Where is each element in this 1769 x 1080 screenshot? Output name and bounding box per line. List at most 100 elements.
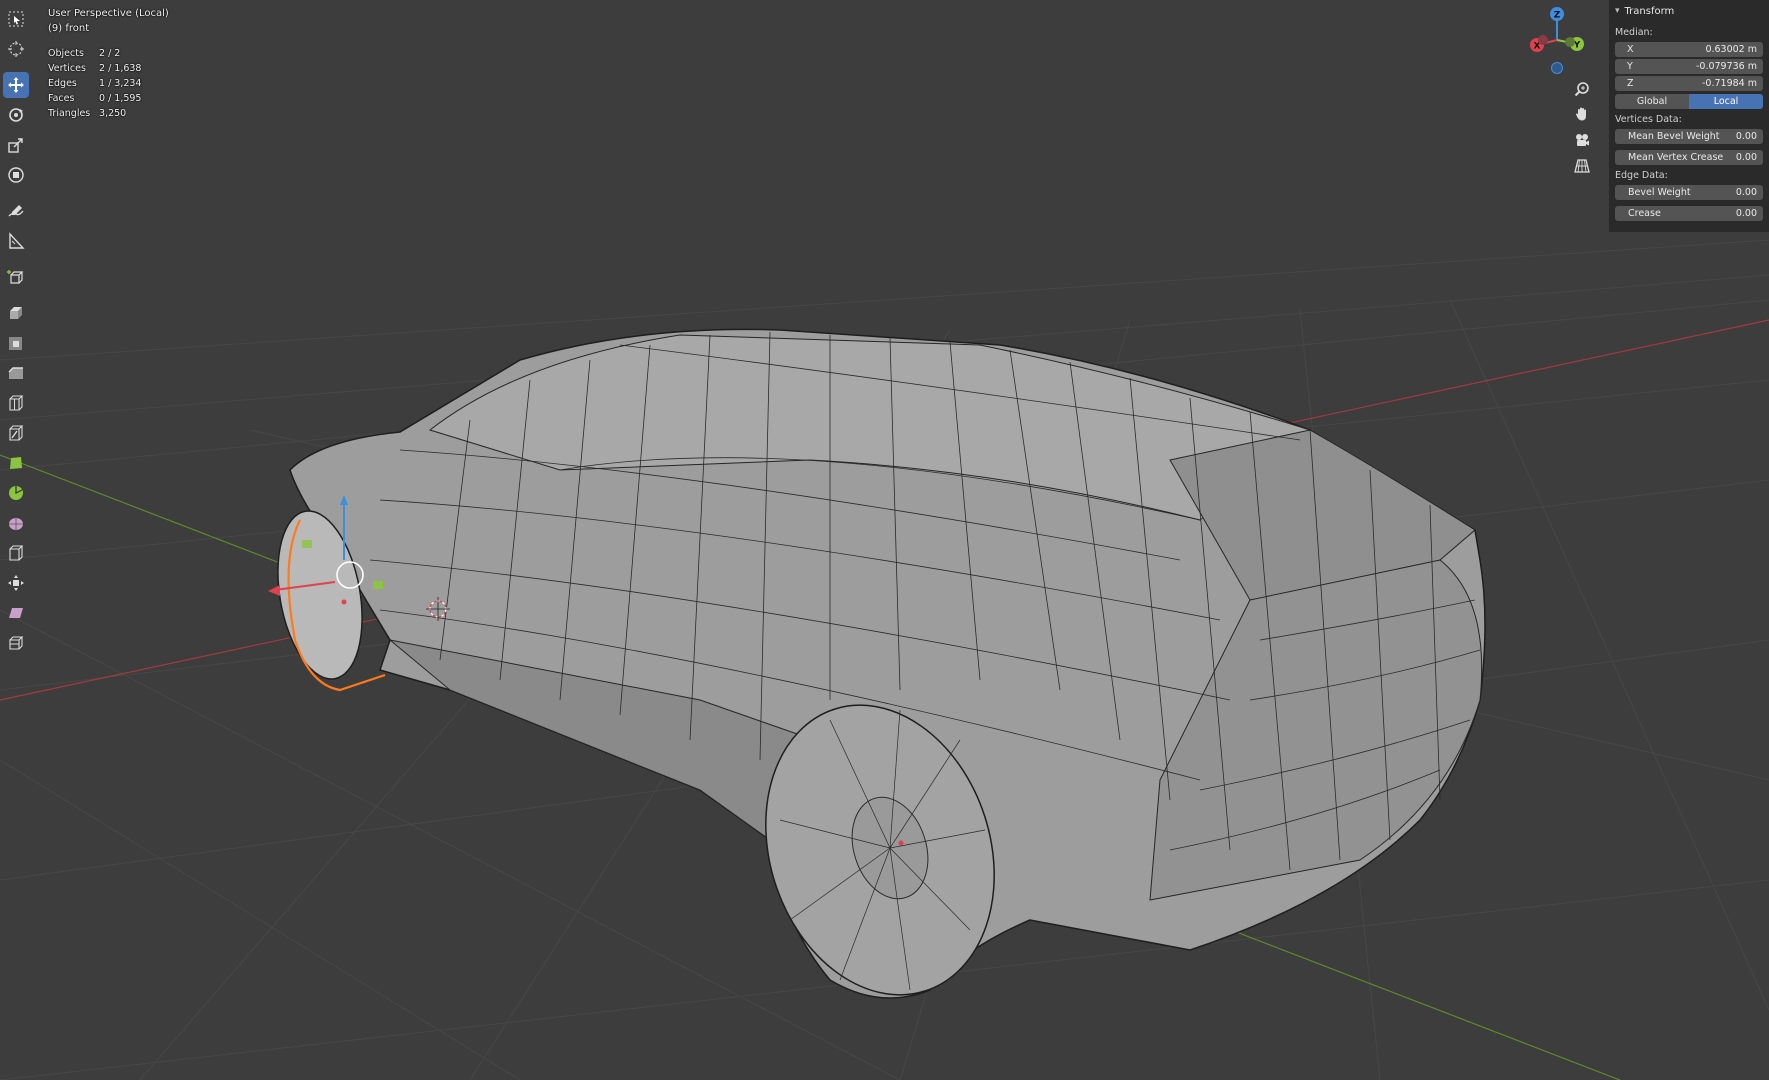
transform-panel: ▾ Transform Median: X 0.63002 m Y -0.079… (1609, 0, 1769, 232)
y-label: Y (1627, 61, 1633, 72)
bevel-weight-label: Bevel Weight (1628, 187, 1691, 198)
neg-y-handle[interactable] (1565, 37, 1575, 47)
rip-region-tool[interactable] (3, 630, 29, 656)
inset-tool[interactable] (3, 330, 29, 356)
perspective-toggle-button[interactable] (1570, 154, 1594, 178)
knife-tool[interactable] (3, 420, 29, 446)
loop-cut-icon (9, 395, 24, 411)
stat-label: Vertices (48, 63, 86, 74)
cursor-tool[interactable] (3, 36, 29, 62)
neg-z-handle[interactable] (1551, 62, 1563, 74)
chevron-down-icon: ▾ (1615, 6, 1620, 16)
shrink-fatten-icon (8, 575, 24, 591)
stat-label: Triangles (48, 108, 91, 119)
cursor-icon (8, 41, 24, 57)
navigation-gizmo[interactable]: Z X Y (1525, 0, 1595, 80)
select-box-icon (8, 11, 24, 27)
viewport-canvas[interactable] (0, 0, 1769, 1080)
median-z-field[interactable]: Z -0.71984 m (1615, 76, 1763, 91)
local-button[interactable]: Local (1689, 94, 1763, 109)
loop-cut-tool[interactable] (3, 390, 29, 416)
x-label: X (1627, 44, 1634, 55)
spin-tool[interactable] (3, 480, 29, 506)
smooth-icon (9, 518, 23, 530)
stat-label: Edges (48, 78, 77, 89)
shear-icon (9, 608, 23, 618)
add-cube-icon (7, 270, 24, 284)
edge-data-label: Edge Data: (1615, 170, 1668, 181)
median-y-field[interactable]: Y -0.079736 m (1615, 59, 1763, 74)
bevel-weight-value: 0.00 (1735, 187, 1757, 198)
viewport-info-overlay: User Perspective (Local) (9) front Objec… (48, 6, 169, 121)
move-tool[interactable] (3, 72, 29, 98)
measure-tool[interactable] (3, 228, 29, 254)
stat-value: 3,250 (99, 108, 127, 119)
mean-bevel-weight-value: 0.00 (1735, 131, 1757, 142)
crease-value: 0.00 (1735, 208, 1757, 219)
bevel-weight-field[interactable]: Bevel Weight 0.00 (1615, 185, 1763, 200)
global-button[interactable]: Global (1615, 94, 1689, 109)
median-x-field[interactable]: X 0.63002 m (1615, 42, 1763, 57)
shrink-fatten-tool[interactable] (3, 570, 29, 596)
select-box-tool[interactable] (3, 6, 29, 32)
vertices-data-label: Vertices Data: (1615, 114, 1682, 125)
scale-icon (8, 138, 23, 153)
scene-statistics: Objects 2 / 2 Vertices 2 / 1,638 Edges 1… (48, 46, 169, 121)
rotate-tool[interactable] (3, 102, 29, 128)
stat-value: 1 / 3,234 (99, 78, 142, 89)
knife-icon (9, 425, 24, 441)
crease-field[interactable]: Crease 0.00 (1615, 206, 1763, 221)
z-label: Z (1627, 78, 1634, 89)
rip-region-icon (9, 636, 24, 650)
camera-view-button[interactable] (1570, 128, 1594, 152)
panel-title: Transform (1624, 5, 1675, 17)
y-value: -0.079736 m (1695, 61, 1757, 72)
x-value: 0.63002 m (1705, 44, 1757, 55)
add-cube-tool[interactable] (3, 264, 29, 290)
extrude-icon (10, 307, 22, 319)
stat-value: 0 / 1,595 (99, 93, 142, 104)
bevel-tool[interactable] (3, 360, 29, 386)
mean-bevel-weight-field[interactable]: Mean Bevel Weight 0.00 (1615, 129, 1763, 144)
space-toggle: Global Local (1615, 94, 1763, 109)
edge-slide-icon (9, 545, 24, 561)
scale-tool[interactable] (3, 132, 29, 158)
zoom-button[interactable] (1570, 77, 1594, 101)
extrude-tool[interactable] (3, 300, 29, 326)
stat-value: 2 / 2 (99, 48, 121, 59)
grid-perspective-icon (1574, 159, 1590, 173)
poly-build-tool[interactable] (3, 450, 29, 476)
view-title: User Perspective (Local) (48, 8, 169, 19)
shear-tool[interactable] (3, 600, 29, 626)
inset-icon (9, 337, 22, 350)
move-icon (8, 77, 24, 93)
magnifier-icon (1574, 82, 1589, 97)
z-value: -0.71984 m (1702, 78, 1757, 89)
mean-vertex-crease-value: 0.00 (1735, 152, 1757, 163)
tool-shelf (3, 6, 31, 660)
pan-button[interactable] (1570, 102, 1594, 126)
annotate-tool[interactable] (3, 198, 29, 224)
mean-bevel-weight-label: Mean Bevel Weight (1628, 131, 1720, 142)
axis-orientation-gizmo[interactable]: Z X Y (1525, 0, 1595, 80)
mean-vertex-crease-label: Mean Vertex Crease (1628, 152, 1724, 163)
camera-icon (1576, 134, 1589, 146)
car-mesh[interactable] (266, 328, 1486, 1024)
3d-viewport[interactable] (0, 0, 1769, 1080)
annotate-icon (8, 205, 24, 217)
z-axis-label: Z (1554, 11, 1561, 21)
transform-icon (8, 167, 24, 183)
bevel-icon (8, 367, 23, 379)
mean-vertex-crease-field[interactable]: Mean Vertex Crease 0.00 (1615, 150, 1763, 165)
smooth-tool[interactable] (3, 510, 29, 536)
spin-icon (9, 486, 23, 500)
edge-slide-tool[interactable] (3, 540, 29, 566)
stat-value: 2 / 1,638 (99, 63, 142, 74)
transform-panel-header[interactable]: ▾ Transform (1609, 0, 1769, 22)
neg-x-handle[interactable] (1538, 35, 1548, 45)
stat-label: Faces (48, 93, 75, 104)
crease-label: Crease (1628, 208, 1661, 219)
active-object-name: (9) front (48, 23, 90, 34)
stat-label: Objects (48, 48, 84, 59)
transform-tool[interactable] (3, 162, 29, 188)
